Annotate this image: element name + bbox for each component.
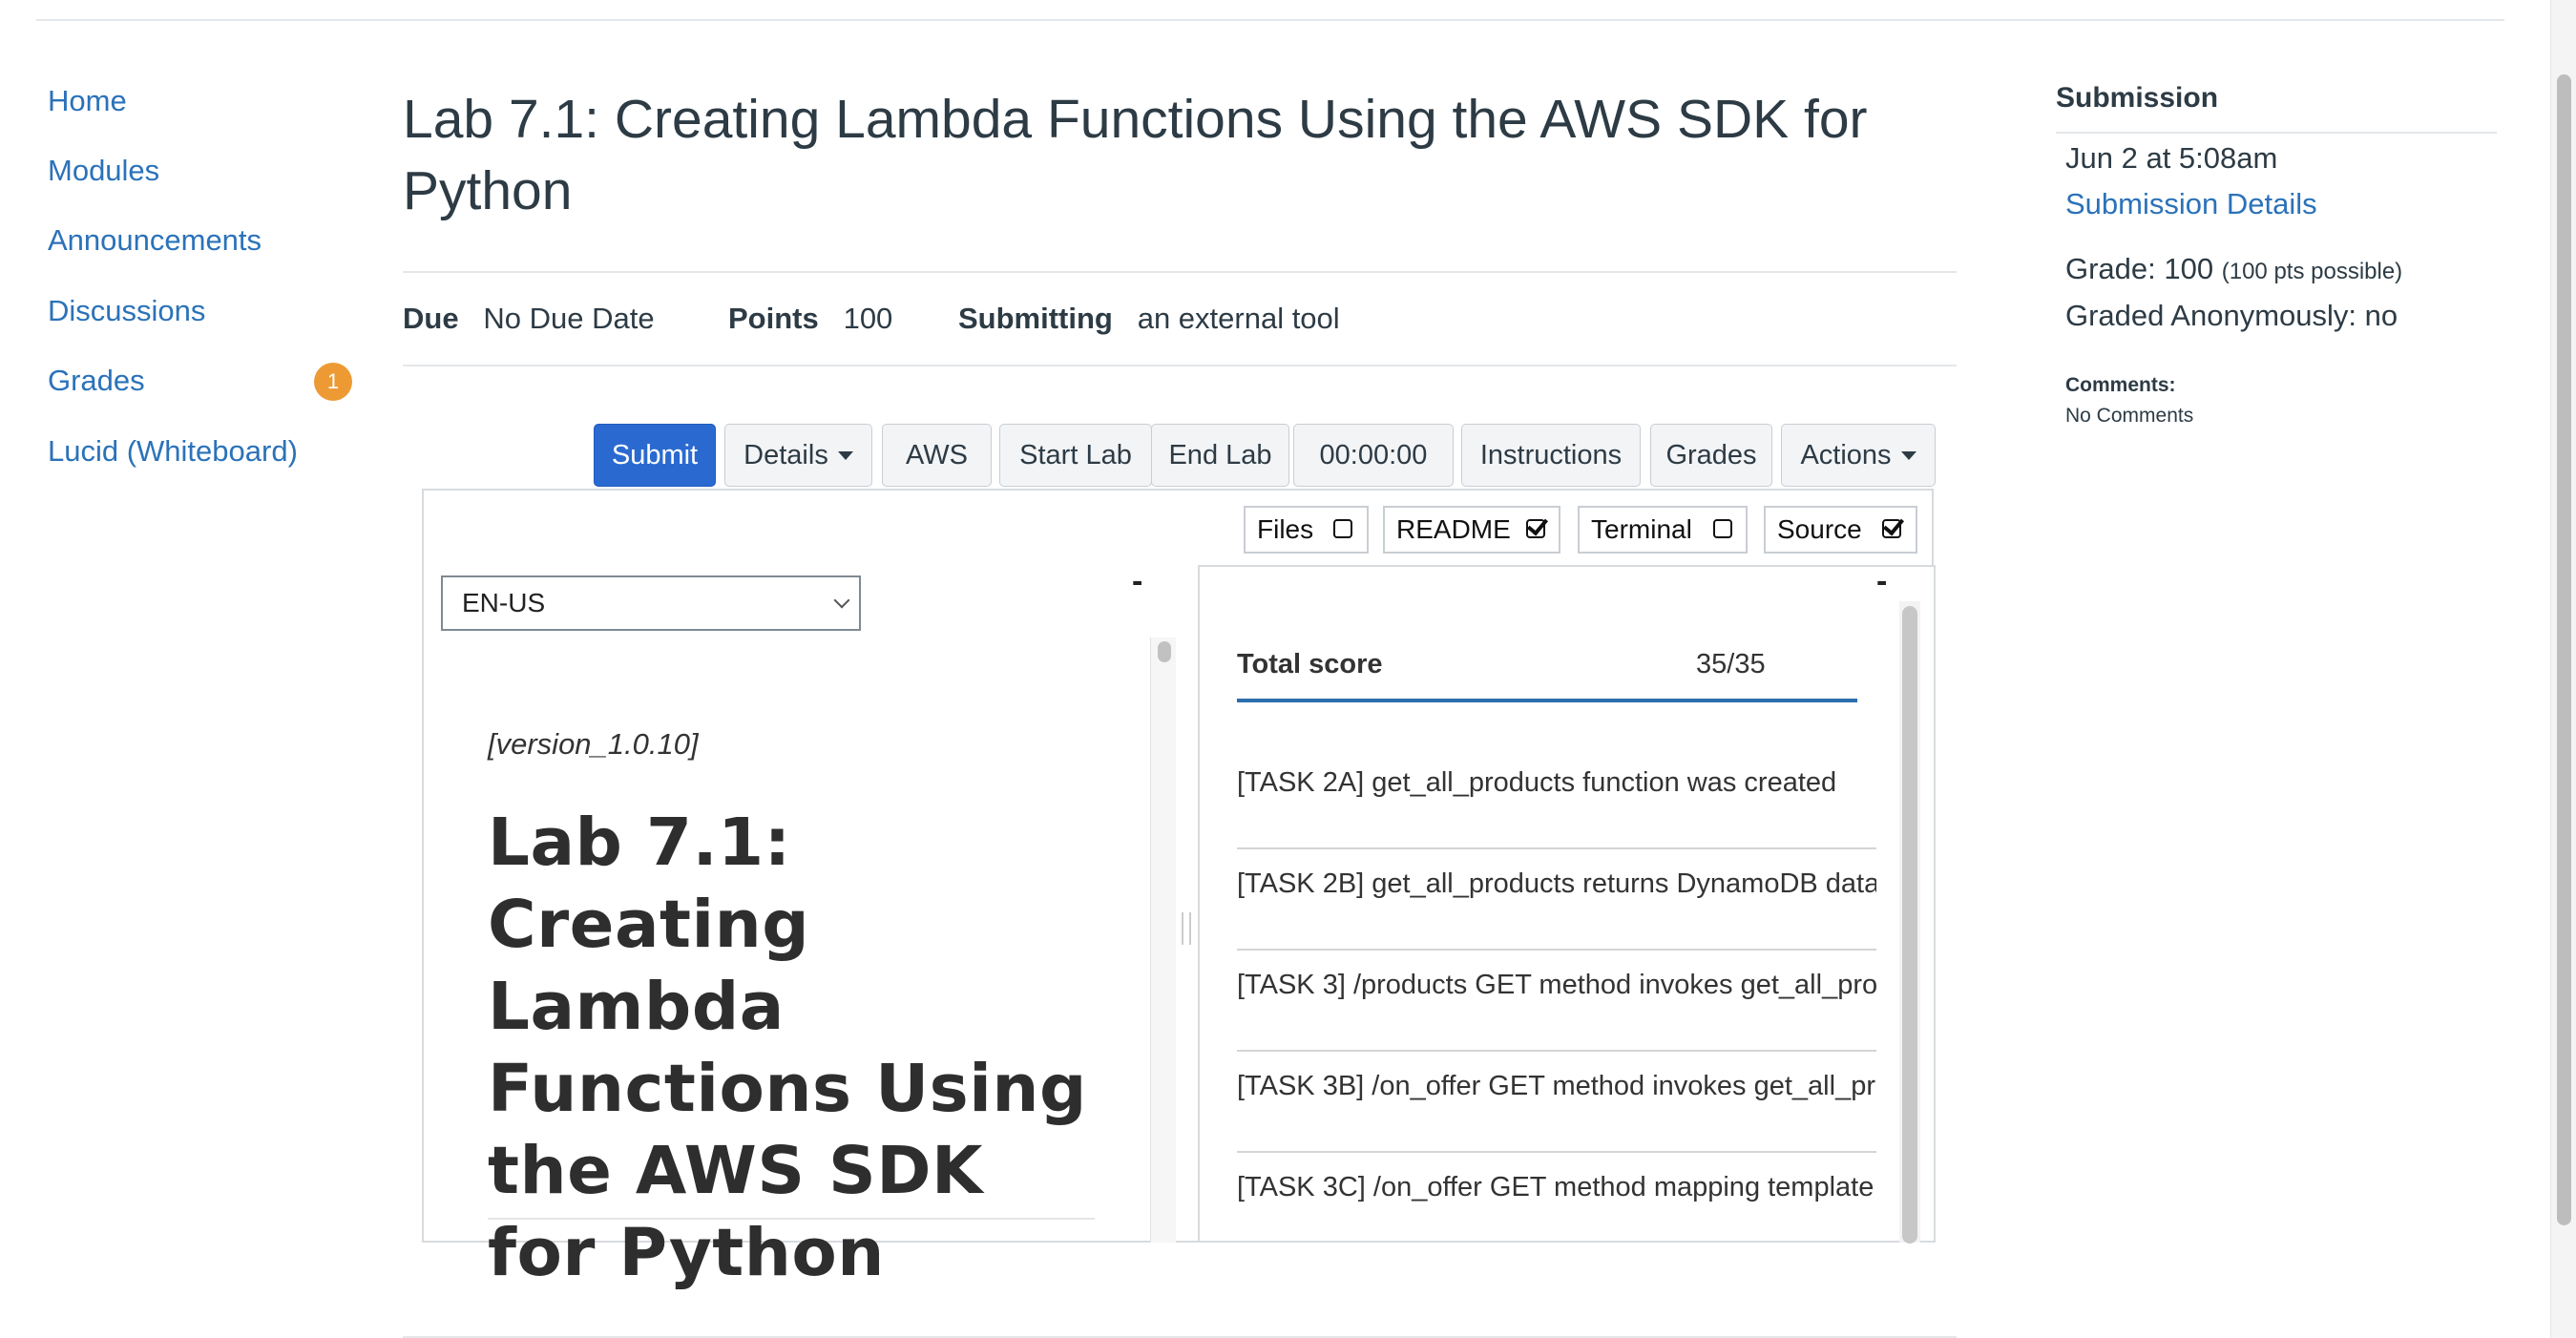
grading-scrollbar-thumb[interactable] xyxy=(1902,606,1917,1244)
grades-button[interactable]: Grades xyxy=(1650,424,1772,487)
readme-scrollbar-thumb[interactable] xyxy=(1158,641,1171,662)
toggle-source-label: Source xyxy=(1777,514,1862,544)
task-separator xyxy=(1237,1050,1876,1052)
checkbox-icon[interactable] xyxy=(1333,519,1352,538)
toggle-terminal[interactable]: Terminal xyxy=(1578,506,1748,554)
toggle-source[interactable]: Source xyxy=(1764,506,1917,554)
readme-heading: Lab 7.1: Creating Lambda Functions Using… xyxy=(488,805,1087,1291)
submitting-info: Submitting an external tool xyxy=(958,302,1340,336)
grade-possible: (100 pts possible) xyxy=(2221,259,2403,284)
pane-resize-handle[interactable] xyxy=(1182,912,1191,945)
due-value: No Due Date xyxy=(483,302,655,335)
details-button[interactable]: Details xyxy=(724,424,872,487)
nav-home-link[interactable]: Home xyxy=(48,84,127,118)
total-score-underline xyxy=(1237,699,1857,702)
end-lab-button[interactable]: End Lab xyxy=(1151,424,1289,487)
caret-down-icon xyxy=(1900,450,1916,460)
total-score-value: 35/35 xyxy=(1696,649,1766,679)
nav-announcements-link[interactable]: Announcements xyxy=(48,223,262,258)
submission-divider xyxy=(2056,132,2497,134)
grade-info: Grade: 100 (100 pts possible) xyxy=(2065,252,2402,286)
due-info: Due No Due Date xyxy=(403,302,655,336)
submission-date: Jun 2 at 5:08am xyxy=(2065,141,2278,175)
meta-divider xyxy=(403,365,1957,366)
graded-anonymously: Graded Anonymously: no xyxy=(2065,299,2398,332)
comments-label: Comments: xyxy=(2065,374,2176,396)
grade-value: Grade: 100 xyxy=(2065,252,2214,285)
task-result: [TASK 3B] /on_offer GET method invokes g… xyxy=(1237,1071,1876,1101)
submitting-value: an external tool xyxy=(1137,302,1340,335)
top-divider xyxy=(36,19,2504,21)
window-scrollbar[interactable] xyxy=(2550,0,2576,1338)
title-divider xyxy=(403,271,1957,273)
actions-button[interactable]: Actions xyxy=(1781,424,1936,487)
due-label: Due xyxy=(403,302,459,335)
task-result: [TASK 3C] /on_offer GET method mapping t… xyxy=(1237,1172,1876,1202)
page-title: Lab 7.1: Creating Lambda Functions Using… xyxy=(403,89,1868,221)
grading-scrollbar[interactable] xyxy=(1899,601,1920,1244)
toggle-readme[interactable]: README xyxy=(1383,506,1560,554)
task-result: [TASK 2B] get_all_products returns Dynam… xyxy=(1237,868,1876,899)
nav-modules-link[interactable]: Modules xyxy=(48,154,159,188)
points-label: Points xyxy=(728,302,819,335)
submitting-label: Submitting xyxy=(958,302,1113,335)
lab-timer: 00:00:00 xyxy=(1293,424,1454,487)
checkbox-icon[interactable] xyxy=(1713,519,1732,538)
toggle-readme-label: README xyxy=(1396,514,1511,544)
checked-checkbox-icon[interactable] xyxy=(1526,519,1545,538)
task-separator xyxy=(1237,949,1876,951)
nav-lucid-whiteboard-link[interactable]: Lucid (Whiteboard) xyxy=(48,434,298,469)
readme-heading-rule xyxy=(488,1218,1095,1220)
toggle-files[interactable]: Files xyxy=(1244,506,1369,554)
toggle-terminal-label: Terminal xyxy=(1591,514,1692,544)
grades-badge: 1 xyxy=(314,363,352,401)
task-result: [TASK 3] /products GET method invokes ge… xyxy=(1237,970,1876,1000)
language-select-value: EN-US xyxy=(462,588,546,617)
window-scrollbar-thumb[interactable] xyxy=(2557,74,2571,1225)
submission-details-link[interactable]: Submission Details xyxy=(2065,187,2317,221)
total-score-label: Total score xyxy=(1237,649,1383,679)
start-lab-button[interactable]: Start Lab xyxy=(999,424,1152,487)
details-label: Details xyxy=(743,439,828,470)
task-separator xyxy=(1237,1151,1876,1153)
comments-value: No Comments xyxy=(2065,405,2194,427)
chevron-down-icon xyxy=(833,592,850,609)
submit-button[interactable]: Submit xyxy=(594,424,716,487)
nav-grades-link[interactable]: Grades xyxy=(48,364,145,398)
readme-scrollbar[interactable] xyxy=(1150,638,1176,1243)
task-separator xyxy=(1237,847,1876,849)
actions-label: Actions xyxy=(1800,439,1892,470)
checked-checkbox-icon[interactable] xyxy=(1882,519,1901,538)
toggle-files-label: Files xyxy=(1257,514,1314,544)
language-select[interactable]: EN-US xyxy=(441,575,861,631)
readme-version: [version_1.0.10] xyxy=(488,727,699,761)
nav-discussions-link[interactable]: Discussions xyxy=(48,294,205,328)
points-value: 100 xyxy=(843,302,893,335)
readme-collapse-button[interactable]: - xyxy=(1132,563,1142,600)
caret-down-icon xyxy=(837,450,853,460)
grading-collapse-button[interactable]: - xyxy=(1876,563,1887,600)
points-info: Points 100 xyxy=(728,302,892,336)
task-result: [TASK 2A] get_all_products function was … xyxy=(1237,767,1837,798)
instructions-button[interactable]: Instructions xyxy=(1461,424,1641,487)
submission-heading: Submission xyxy=(2056,82,2219,114)
aws-button[interactable]: AWS xyxy=(882,424,992,487)
